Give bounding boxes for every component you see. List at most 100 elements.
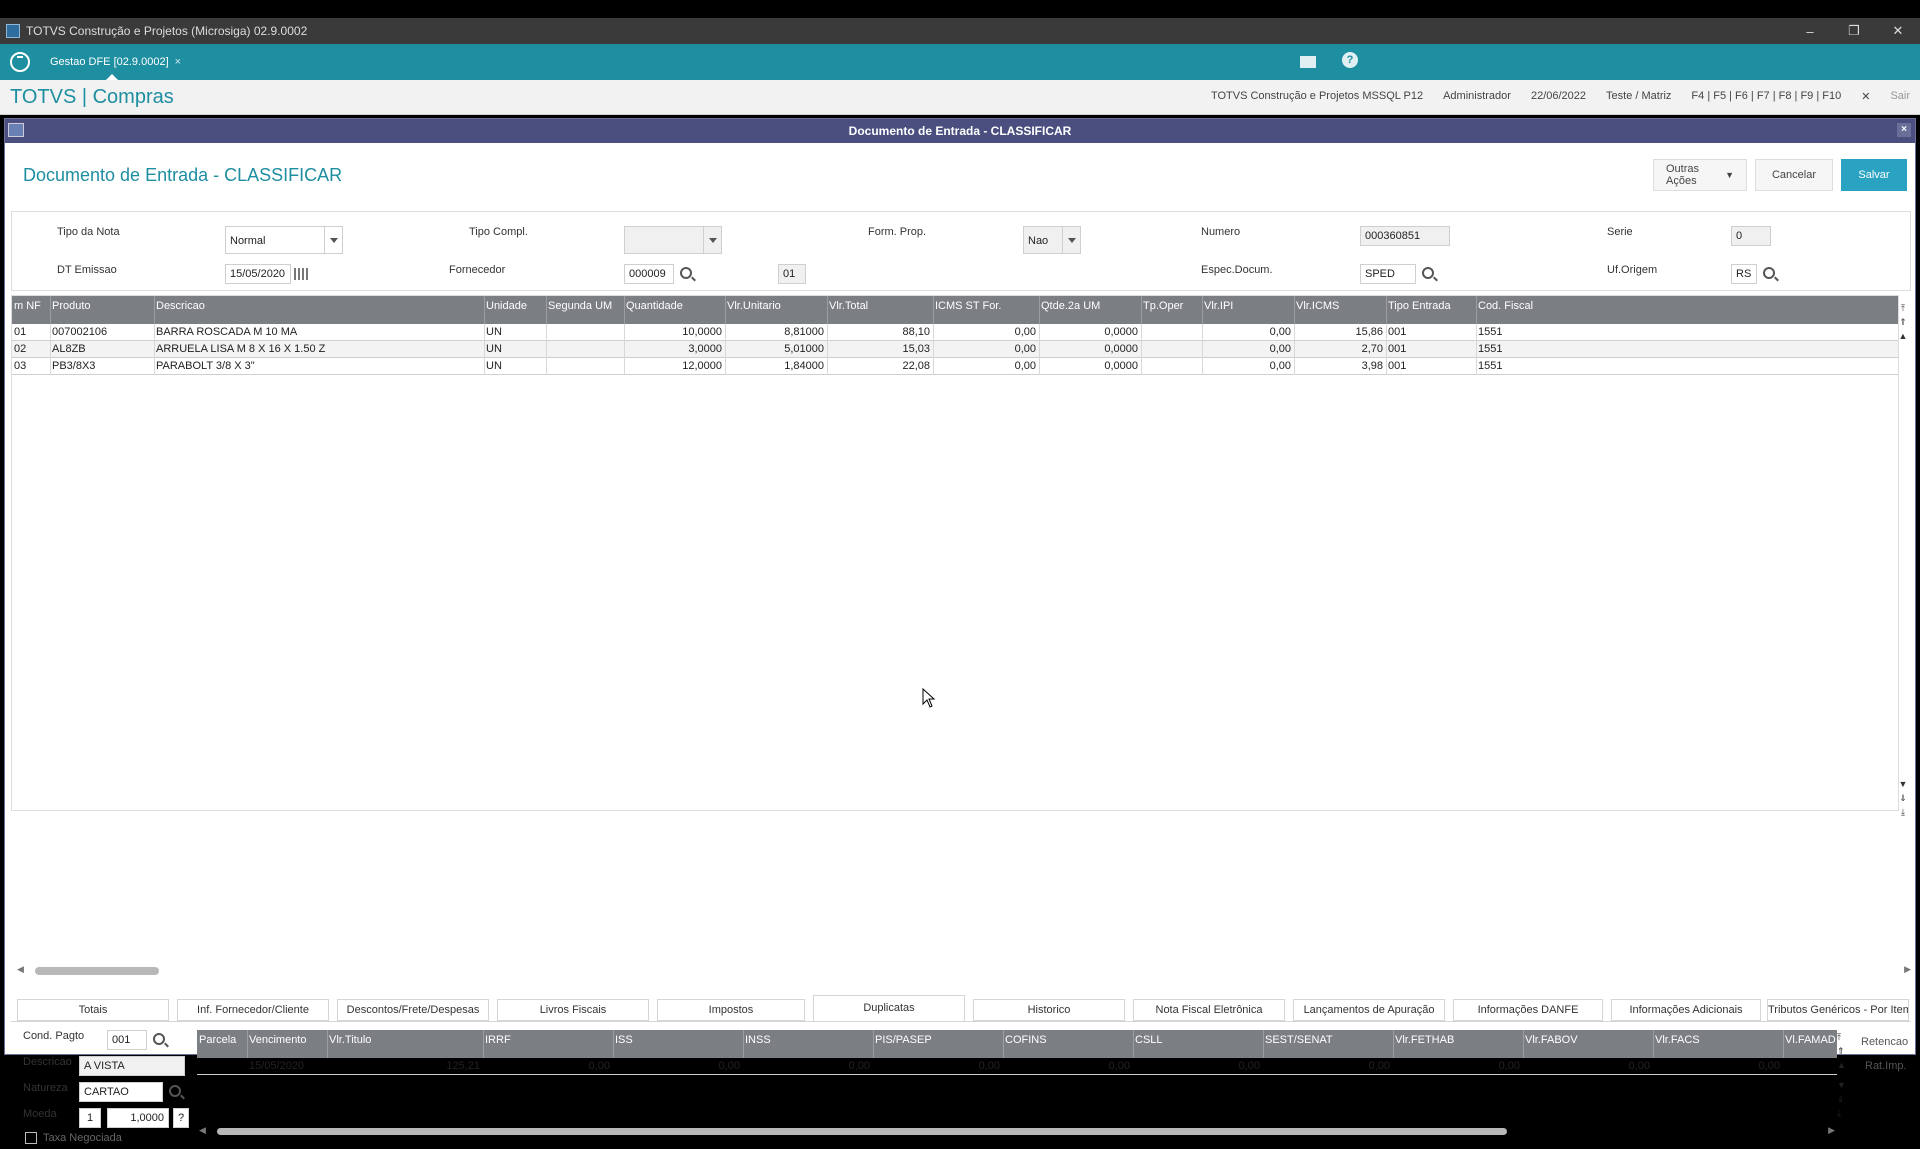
- home-icon[interactable]: [10, 52, 30, 72]
- column-header[interactable]: Quantidade: [626, 300, 683, 312]
- cond-pagto-field[interactable]: 001: [107, 1030, 147, 1050]
- search-icon[interactable]: [1763, 267, 1775, 279]
- tab-informa-es-adicionais[interactable]: Informações Adicionais: [1611, 999, 1761, 1021]
- column-header[interactable]: Vl.FAMAD: [1785, 1034, 1836, 1046]
- tipo-nota-select[interactable]: Normal: [225, 226, 343, 254]
- espec-docum-field[interactable]: SPED: [1360, 264, 1416, 284]
- tab-gestao-dfe[interactable]: Gestao DFE [02.9.0002] ×: [44, 44, 187, 80]
- tipo-compl-select[interactable]: [624, 226, 722, 254]
- moeda-field[interactable]: 1: [79, 1108, 101, 1128]
- column-header[interactable]: Vencimento: [249, 1034, 306, 1046]
- uf-origem-field[interactable]: RS: [1731, 264, 1757, 284]
- scroll-page-up-icon[interactable]: ⇑: [1837, 1046, 1845, 1057]
- dialog-close-button[interactable]: ×: [1897, 123, 1911, 137]
- tab-livros-fiscais[interactable]: Livros Fiscais: [497, 999, 649, 1021]
- column-header[interactable]: Parcela: [199, 1034, 236, 1046]
- cancel-button[interactable]: Cancelar: [1755, 159, 1833, 191]
- tab-inf-fornecedor-cliente[interactable]: Inf. Fornecedor/Cliente: [177, 999, 329, 1021]
- search-icon[interactable]: [169, 1085, 181, 1097]
- scroll-thumb[interactable]: [35, 967, 159, 975]
- taxa-negociada-checkbox[interactable]: [25, 1132, 37, 1144]
- column-header[interactable]: Vlr.FETHAB: [1395, 1034, 1454, 1046]
- scroll-page-down-icon[interactable]: ⇓: [1898, 793, 1908, 803]
- column-header[interactable]: IRRF: [485, 1034, 511, 1046]
- tab-totais[interactable]: Totais: [17, 999, 169, 1021]
- branch-label[interactable]: Teste / Matriz: [1606, 90, 1671, 103]
- numero-field[interactable]: 000360851: [1360, 226, 1450, 246]
- tab-tributos-gen-ricos-por-item[interactable]: Tributos Genéricos - Por Item: [1767, 999, 1909, 1021]
- table-row[interactable]: 02 AL8ZB ARRUELA LISA M 8 X 16 X 1.50 Z UN 3…: [12, 341, 1898, 358]
- items-horizontal-scrollbar[interactable]: ◀ ▶: [15, 964, 1913, 975]
- exit-link[interactable]: Sair: [1890, 90, 1910, 103]
- scroll-thumb[interactable]: [217, 1128, 1507, 1135]
- fornecedor-field[interactable]: 000009: [624, 264, 674, 284]
- retencao-button[interactable]: Retencao: [1861, 1036, 1908, 1048]
- column-header[interactable]: Cod. Fiscal: [1478, 300, 1533, 312]
- scroll-page-down-icon[interactable]: ⇓: [1837, 1094, 1845, 1105]
- search-icon[interactable]: [153, 1033, 165, 1045]
- table-row[interactable]: 03 PB3/8X3 PARABOLT 3/8 X 3" UN 12,0000 1,840…: [12, 358, 1898, 375]
- column-header[interactable]: CSLL: [1135, 1034, 1163, 1046]
- scroll-right-icon[interactable]: ▶: [1904, 964, 1911, 975]
- outras-acoes-button[interactable]: Outras Ações ▼: [1653, 159, 1747, 191]
- tab-historico[interactable]: Historico: [973, 999, 1125, 1021]
- column-header[interactable]: Tp.Oper: [1143, 300, 1183, 312]
- duplicatas-vertical-scrollbar[interactable]: ⤒ ⇑ ▲ ▼ ⇓ ⤓: [1837, 1030, 1849, 1122]
- column-header[interactable]: Vlr.Total: [829, 300, 868, 312]
- scroll-up-icon[interactable]: ▲: [1898, 331, 1908, 341]
- tab-informa-es-danfe[interactable]: Informações DANFE: [1453, 999, 1603, 1021]
- scroll-up-icon[interactable]: ▲: [1837, 1060, 1846, 1070]
- search-icon[interactable]: [1422, 267, 1434, 279]
- column-header[interactable]: COFINS: [1005, 1034, 1047, 1046]
- column-header[interactable]: Qtde.2a UM: [1041, 300, 1100, 312]
- scroll-page-up-icon[interactable]: ⇑: [1898, 317, 1908, 327]
- restore-button[interactable]: ❐: [1832, 23, 1876, 39]
- table-row[interactable]: 15/05/2020 125,21 0,00 0,00 0,00 0,00 0,00 0,00…: [197, 1058, 1837, 1075]
- scroll-down-icon[interactable]: ▼: [1837, 1080, 1846, 1090]
- column-header[interactable]: Vlr.Unitario: [727, 300, 781, 312]
- mail-icon[interactable]: [1300, 56, 1316, 68]
- column-header[interactable]: Produto: [52, 300, 91, 312]
- moeda-help-button[interactable]: ?: [173, 1108, 189, 1128]
- scroll-top-icon[interactable]: ⤒: [1837, 1032, 1841, 1043]
- fornecedor-loja-field[interactable]: 01: [778, 264, 806, 284]
- save-button[interactable]: Salvar: [1841, 159, 1907, 191]
- help-icon[interactable]: ?: [1342, 52, 1358, 68]
- items-vertical-scrollbar[interactable]: ⤒ ⇑ ▲ ▼ ⇓ ⤓: [1897, 295, 1909, 821]
- column-header[interactable]: Vlr.IPI: [1204, 300, 1233, 312]
- column-header[interactable]: Tipo Entrada: [1388, 300, 1451, 312]
- column-header[interactable]: PIS/PASEP: [875, 1034, 932, 1046]
- column-header[interactable]: Segunda UM: [548, 300, 612, 312]
- scroll-left-icon[interactable]: ◀: [17, 964, 24, 975]
- scroll-bottom-icon[interactable]: ⤓: [1837, 1108, 1841, 1119]
- scroll-bottom-icon[interactable]: ⤓: [1898, 807, 1908, 817]
- column-header[interactable]: ICMS ST For.: [935, 300, 1001, 312]
- scroll-left-icon[interactable]: ◀: [199, 1125, 206, 1136]
- tab-nota-fiscal-eletr-nica[interactable]: Nota Fiscal Eletrônica: [1133, 999, 1285, 1021]
- tab-descontos-frete-despesas[interactable]: Descontos/Frete/Despesas: [337, 999, 489, 1021]
- window-close-button[interactable]: ✕: [1876, 23, 1920, 39]
- scroll-down-icon[interactable]: ▼: [1898, 779, 1908, 789]
- serie-field[interactable]: 0: [1731, 226, 1771, 246]
- calendar-icon[interactable]: [294, 268, 308, 280]
- rat-imp-button[interactable]: Rat.Imp.: [1865, 1060, 1907, 1072]
- column-header[interactable]: Vlr.Titulo: [329, 1034, 371, 1046]
- form-prop-select[interactable]: Nao: [1023, 226, 1081, 254]
- natureza-field[interactable]: CARTAO: [79, 1082, 163, 1102]
- column-header[interactable]: Vlr.FABOV: [1525, 1034, 1578, 1046]
- column-header[interactable]: Vlr.FACS: [1655, 1034, 1700, 1046]
- tab-lan-amentos-de-apura-o[interactable]: Lançamentos de Apuração: [1293, 999, 1445, 1021]
- column-header[interactable]: Unidade: [486, 300, 527, 312]
- tab-close-icon[interactable]: ×: [175, 56, 181, 68]
- exit-icon[interactable]: ✕: [1861, 90, 1870, 103]
- taxa-moeda-field[interactable]: 1,0000: [107, 1108, 169, 1128]
- tab-duplicatas[interactable]: Duplicatas: [813, 995, 965, 1021]
- column-header[interactable]: Descricao: [156, 300, 205, 312]
- column-header[interactable]: Vlr.ICMS: [1296, 300, 1339, 312]
- scroll-top-icon[interactable]: ⤒: [1898, 303, 1908, 313]
- dt-emissao-field[interactable]: 15/05/2020: [225, 264, 291, 284]
- duplicatas-horizontal-scrollbar[interactable]: ◀ ▶: [197, 1125, 1837, 1136]
- minimize-button[interactable]: –: [1788, 24, 1832, 39]
- scroll-right-icon[interactable]: ▶: [1828, 1125, 1835, 1136]
- table-row[interactable]: 01 007002106 BARRA ROSCADA M 10 MA UN 10,000…: [12, 324, 1898, 341]
